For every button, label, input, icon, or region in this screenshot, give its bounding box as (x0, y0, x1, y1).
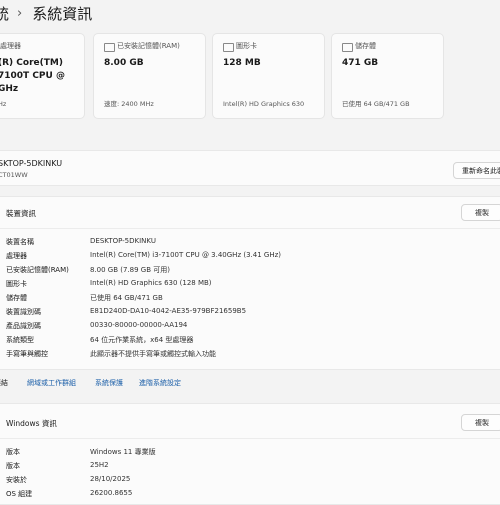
spec-value: E81D240D-DA10-4042-AE35-979BF21659B5 (90, 307, 247, 315)
spec-value: 已使用 64 GB/471 GB (90, 294, 163, 302)
spec-value: DESKTOP-5DKINKU (90, 237, 156, 245)
chevron-right-icon: › (17, 6, 23, 21)
card-sub: 已使用 64 GB/471 GB (342, 100, 410, 108)
copy-device-spec-button[interactable]: 複製 (461, 204, 500, 221)
spec-key: 產品識別碼 (6, 322, 41, 330)
card-sub: 速度: 2400 MHz (104, 100, 154, 108)
related-links-bar: 連結 網域或工作群組 系統保護 進階系統設定 (0, 373, 500, 393)
card-label: 圖形卡 (236, 42, 257, 50)
link-domain-workgroup[interactable]: 網域或工作群組 (27, 378, 76, 388)
card-label: 已安裝記憶體(RAM) (117, 42, 180, 50)
link-advanced-system-settings[interactable]: 進階系統設定 (139, 378, 181, 388)
spec-value: Windows 11 專業版 (90, 448, 156, 456)
windows-spec-title: Windows 資訊 (6, 419, 57, 428)
card-storage: 儲存體 471 GB 已使用 64 GB/471 GB (331, 33, 444, 119)
rename-device-button[interactable]: 重新命名此裝 (453, 162, 500, 179)
card-value: (R) Core(TM) 7100T CPU @ GHz (0, 58, 65, 94)
device-model: CT01WW (0, 171, 28, 179)
card-value: 128 MB (223, 58, 261, 68)
spec-key: 安裝於 (6, 476, 27, 484)
spec-value: Intel(R) HD Graphics 630 (128 MB) (90, 279, 212, 287)
spec-value: 26200.8655 (90, 489, 133, 497)
divider (0, 438, 500, 439)
spec-value: 25H2 (90, 461, 109, 469)
card-value: 8.00 GB (104, 58, 144, 68)
spec-key: 處理器 (6, 252, 27, 260)
spec-key: 版本 (6, 462, 20, 470)
windows-spec-panel: Windows 資訊 複製 版本 Windows 11 專業版 版本 25H2 安裝… (0, 403, 500, 505)
spec-value: 28/10/2025 (90, 475, 131, 483)
breadcrumb: 統 › 系統資訊 (0, 3, 92, 24)
spec-key: 版本 (6, 448, 20, 456)
card-memory: 已安裝記憶體(RAM) 8.00 GB 速度: 2400 MHz (93, 33, 206, 119)
spec-key: OS 組建 (6, 490, 33, 498)
spec-key: 手寫筆與觸控 (6, 350, 48, 358)
card-sub: Hz (0, 100, 7, 108)
device-spec-title: 裝置資訊 (6, 209, 36, 218)
device-name: SKTOP-5DKINKU (0, 159, 63, 168)
device-header: SKTOP-5DKINKU CT01WW 重新命名此裝 (0, 150, 500, 186)
spec-value: 00330-80000-00000-AA194 (90, 321, 188, 329)
card-label: 處理器 (0, 42, 21, 50)
spec-key: 裝置名稱 (6, 238, 34, 246)
card-processor: 處理器 (R) Core(TM) 7100T CPU @ GHz Hz (0, 33, 85, 119)
page-title: 系統資訊 (32, 5, 93, 23)
card-value: 471 GB (342, 58, 379, 68)
card-label: 儲存體 (355, 42, 376, 50)
link-system-protection[interactable]: 系統保護 (95, 378, 123, 388)
storage-icon (342, 43, 353, 52)
spec-value: 此顯示器不提供手寫筆或觸控式輸入功能 (90, 350, 216, 358)
graphics-card-icon (223, 43, 234, 52)
card-graphics: 圖形卡 128 MB Intel(R) HD Graphics 630 (212, 33, 325, 119)
spec-key: 已安裝記憶體(RAM) (6, 266, 69, 274)
divider (0, 228, 500, 229)
spec-key: 圖形卡 (6, 280, 27, 288)
related-links-label: 連結 (0, 379, 8, 387)
card-sub: Intel(R) HD Graphics 630 (223, 100, 305, 108)
spec-value: 64 位元作業系統，x64 型處理器 (90, 336, 194, 344)
copy-windows-spec-button[interactable]: 複製 (461, 414, 500, 431)
device-spec-panel: 裝置資訊 複製 裝置名稱 DESKTOP-5DKINKU 處理器 Intel(R) … (0, 196, 500, 370)
spec-key: 系統類型 (6, 336, 34, 344)
spec-key: 儲存體 (6, 294, 27, 302)
spec-value: Intel(R) Core(TM) i3-7100T CPU @ 3.40GHz… (90, 251, 281, 259)
breadcrumb-parent[interactable]: 統 (0, 3, 9, 24)
memory-icon (104, 43, 115, 52)
spec-key: 裝置識別碼 (6, 308, 41, 316)
spec-value: 8.00 GB (7.89 GB 可用) (90, 266, 170, 274)
